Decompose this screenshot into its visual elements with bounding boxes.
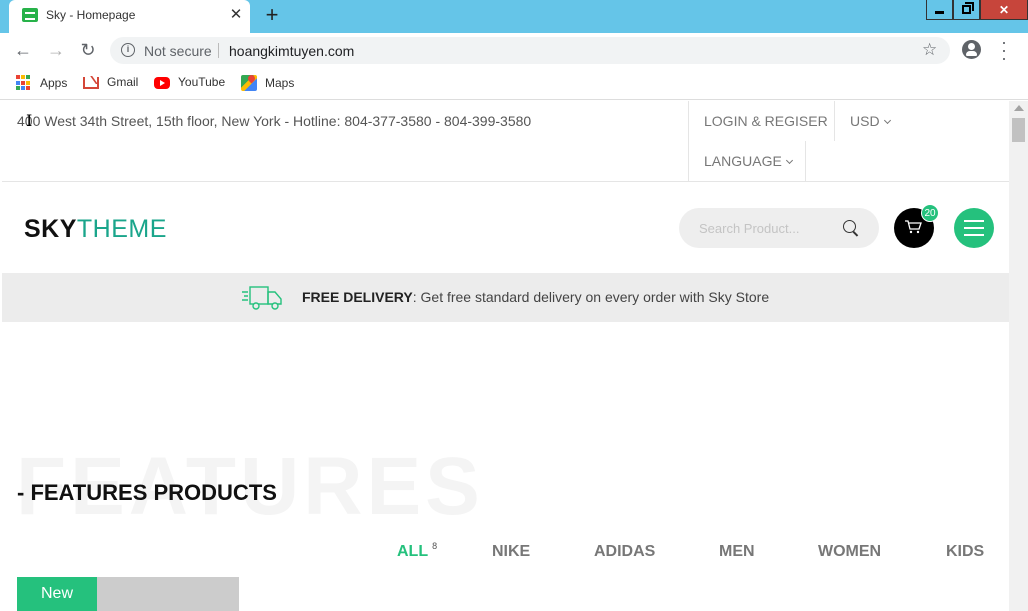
minimize-icon [935,11,944,14]
currency-label: USD [850,113,880,129]
apps-grid-icon [16,75,32,91]
account-icon[interactable] [962,40,981,59]
scroll-thumb[interactable] [1012,118,1025,142]
chevron-down-icon [883,116,891,125]
store-address: 400 West 34th Street, 15th floor, New Yo… [17,113,532,129]
scroll-up-arrow-icon[interactable] [1014,105,1024,111]
language-dropdown[interactable]: LANGUAGE [704,153,793,169]
delivery-highlight: FREE DELIVERY [302,289,413,305]
filter-count: 8 [432,541,438,551]
filter-tab-all[interactable]: ALL 8 [397,541,438,561]
site-header: SKYTHEME 20 [2,182,1009,273]
tab-title: Sky - Homepage [46,8,136,22]
bookmark-youtube[interactable]: YouTube [154,75,225,89]
menu-line [964,227,984,229]
site-favicon-icon [22,8,38,22]
delivery-truck-icon [242,286,282,310]
product-card[interactable]: New [17,577,239,611]
bookmark-gmail[interactable]: Gmail [83,75,138,89]
menu-line [964,234,984,236]
text-cursor-icon: I [26,111,33,130]
omnibox-divider [218,43,219,58]
filter-label: ALL [397,543,429,560]
bookmark-label: Maps [265,76,295,90]
topbar-divider [688,101,689,182]
bookmarks-bar: Apps Gmail YouTube Maps [0,67,1028,100]
gmail-icon [83,77,99,89]
logo-part-sky: SKY [24,215,77,243]
page-viewport: 400 West 34th Street, 15th floor, New Yo… [2,101,1009,611]
new-badge: New [17,577,97,611]
delivery-banner: FREE DELIVERY: Get free standard deliver… [2,273,1009,322]
delivery-message: FREE DELIVERY: Get free standard deliver… [302,289,769,305]
browser-menu-icon[interactable]: · · · [998,33,1010,67]
logo-part-theme: THEME [76,215,167,243]
chevron-down-icon [785,156,793,165]
search-input[interactable] [699,219,829,237]
back-arrow-icon[interactable]: ← [12,39,34,61]
browser-toolbar: ← → ↻ i Not secure hoangkimtuyen.com ☆ ·… [0,33,1028,67]
bookmark-label: Gmail [107,75,139,89]
info-icon[interactable]: i [121,43,135,57]
url-text[interactable]: hoangkimtuyen.com [229,43,354,59]
tab-close-icon[interactable]: ✕ [227,5,245,23]
youtube-icon [154,77,170,89]
restore-window-button[interactable] [953,0,980,20]
browser-tab[interactable]: Sky - Homepage ✕ [9,0,250,33]
topbar-divider [805,141,806,182]
forward-arrow-icon[interactable]: → [45,39,67,61]
bookmark-label: Apps [40,76,68,90]
filter-tab-nike[interactable]: NIKE [492,543,530,561]
section-title: - FEATURES PRODUCTS [17,480,277,505]
new-tab-button[interactable]: + [262,2,282,28]
bookmark-star-icon[interactable]: ☆ [922,40,937,60]
filter-tab-kids[interactable]: KIDS [946,543,984,561]
filter-tab-women[interactable]: WOMEN [818,543,881,561]
search-icon[interactable] [843,220,856,233]
topbar-divider [834,101,835,141]
site-topbar: 400 West 34th Street, 15th floor, New Yo… [2,101,1009,182]
login-register-link[interactable]: LOGIN & REGISER [704,113,828,129]
hamburger-menu-button[interactable] [954,208,994,248]
address-bar[interactable]: i Not secure hoangkimtuyen.com ☆ [110,37,950,64]
currency-dropdown[interactable]: USD [850,113,891,129]
language-label: LANGUAGE [704,153,782,169]
site-logo[interactable]: SKYTHEME [24,215,167,244]
filter-tab-adidas[interactable]: ADIDAS [594,543,655,561]
minimize-window-button[interactable] [926,0,953,20]
restore-icon [962,2,974,14]
menu-line [964,220,984,222]
close-window-button[interactable]: ✕ [980,0,1028,20]
reload-icon[interactable]: ↻ [77,39,99,61]
cart-icon [905,220,922,234]
maps-icon [241,75,257,91]
bookmark-label: YouTube [178,75,226,89]
security-status[interactable]: Not secure [144,43,212,59]
page-scrollbar[interactable] [1009,101,1028,611]
browser-titlebar: Sky - Homepage ✕ + ✕ [0,0,1028,33]
bookmark-apps[interactable]: Apps [16,75,67,91]
cart-count-badge: 20 [921,204,939,222]
bookmark-maps[interactable]: Maps [241,75,294,91]
delivery-description: : Get free standard delivery on every or… [412,289,770,305]
filter-tab-men[interactable]: MEN [719,543,755,561]
window-controls: ✕ [926,0,1028,20]
